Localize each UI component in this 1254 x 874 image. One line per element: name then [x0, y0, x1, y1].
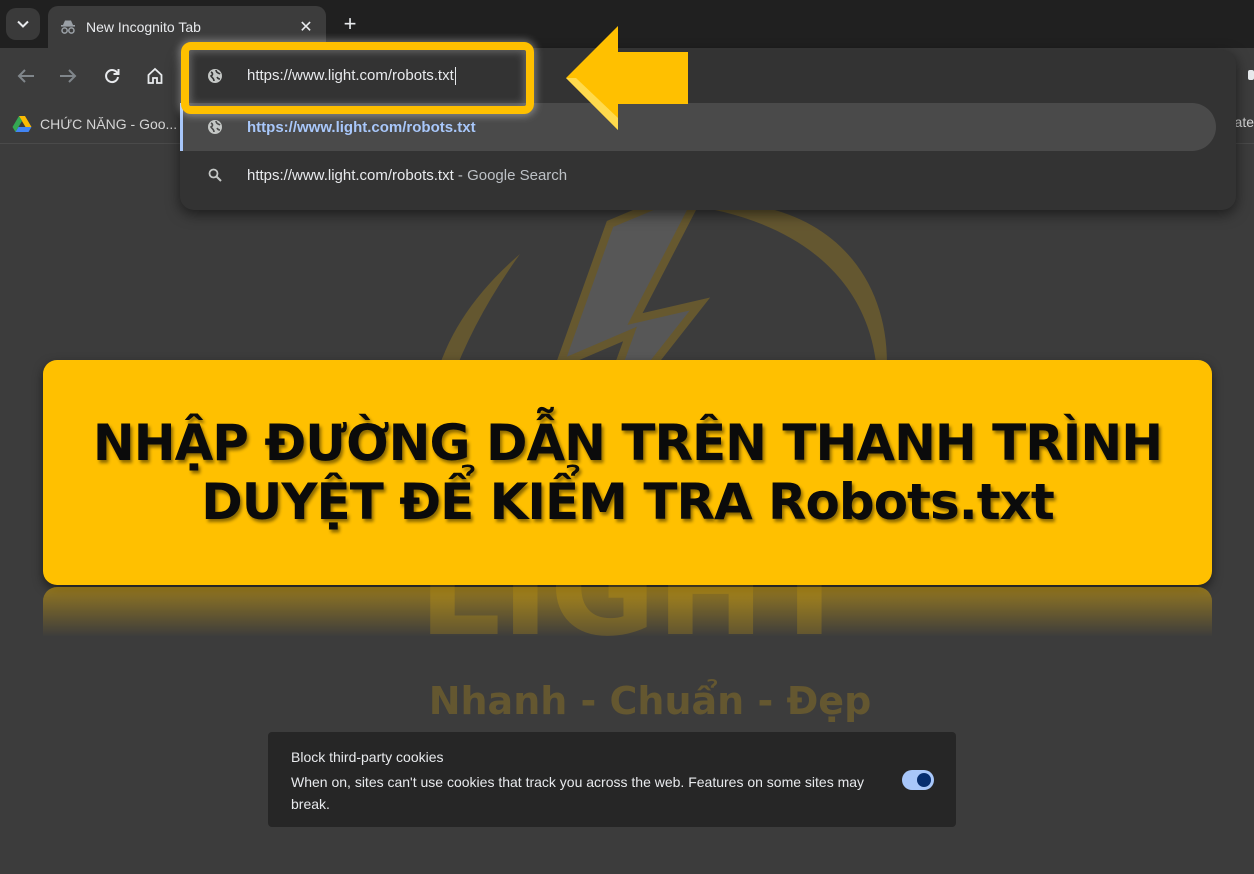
- close-icon[interactable]: ✕: [294, 15, 318, 39]
- arrow-left-icon: [17, 69, 34, 83]
- toggle-knob: [917, 773, 931, 787]
- chevron-down-icon: [17, 20, 29, 28]
- tab-search-button[interactable]: [6, 8, 40, 40]
- forward-button[interactable]: [54, 62, 82, 90]
- cookie-title: Block third-party cookies: [291, 749, 444, 765]
- reload-icon: [105, 69, 120, 84]
- suggestion-search[interactable]: https://www.light.com/robots.txt - Googl…: [180, 151, 1216, 199]
- block-cookies-toggle[interactable]: [902, 770, 934, 790]
- watermark-slogan: Nhanh - Chuẩn - Đẹp: [429, 679, 872, 723]
- pointer-arrow-icon: [566, 26, 688, 130]
- banner-reflection: [43, 587, 1212, 637]
- tab-title: New Incognito Tab: [86, 19, 201, 35]
- reload-button[interactable]: [98, 62, 126, 90]
- home-icon: [147, 67, 163, 84]
- url-highlight-box: [181, 42, 534, 114]
- banner-line-2: DUYỆT ĐỂ KIỂM TRA Robots.txt: [201, 472, 1055, 531]
- back-button[interactable]: [12, 62, 40, 90]
- cookie-description: When on, sites can't use cookies that tr…: [291, 774, 865, 812]
- home-button[interactable]: [141, 62, 169, 90]
- screenshot: New Incognito Tab ✕ + CHỨC NĂNG - Goo...: [0, 0, 1254, 874]
- search-icon: [206, 166, 224, 184]
- bookmark-label: CHỨC NĂNG - Goo...: [40, 116, 178, 132]
- bookmark-item[interactable]: CHỨC NĂNG - Goo...: [12, 112, 177, 136]
- cookie-settings-card: Block third-party cookies When on, sites…: [268, 732, 956, 827]
- instruction-banner: NHẬP ĐƯỜNG DẪN TRÊN THANH TRÌNH DUYỆT ĐỂ…: [43, 360, 1212, 585]
- banner-line-1: NHẬP ĐƯỜNG DẪN TRÊN THANH TRÌNH: [92, 413, 1163, 472]
- new-tab-button[interactable]: +: [338, 11, 362, 36]
- suggestion-search-suffix: - Google Search: [453, 166, 568, 184]
- suggestion-url-text: https://www.light.com/robots.txt: [247, 118, 476, 136]
- suggestion-search-text: https://www.light.com/robots.txt - Googl…: [247, 166, 568, 184]
- toolbar-overflow-edge: [1248, 70, 1254, 80]
- globe-icon: [206, 118, 224, 136]
- arrow-right-icon: [60, 69, 77, 83]
- incognito-icon: [60, 19, 76, 35]
- google-drive-icon: [12, 116, 32, 132]
